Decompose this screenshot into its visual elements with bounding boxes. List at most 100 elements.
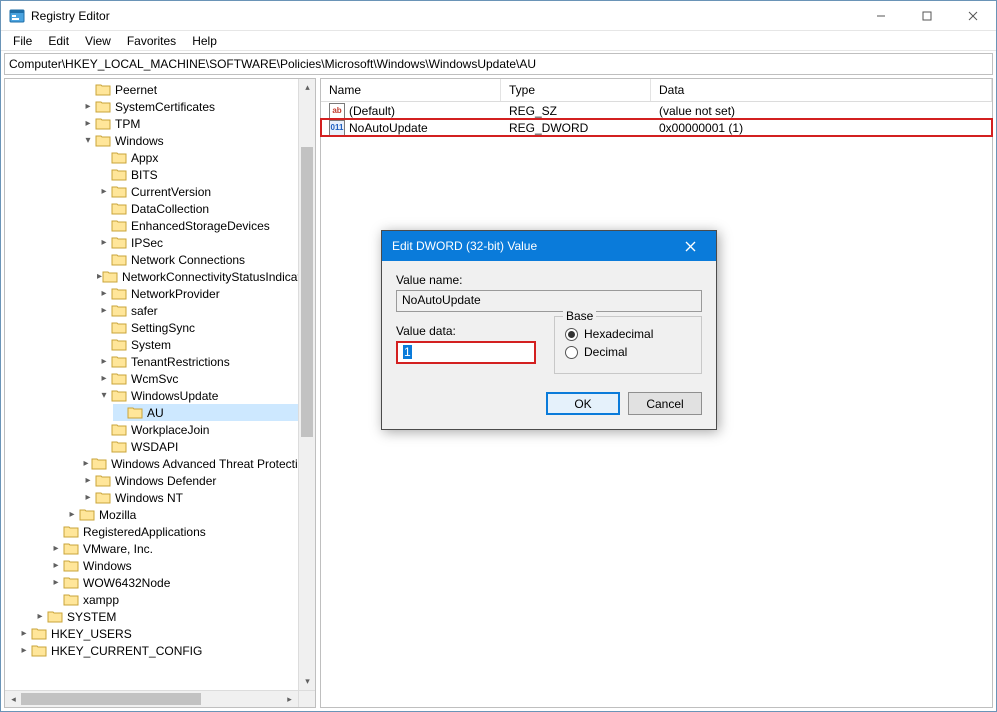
chevron-right-icon[interactable]: ▸ [97, 355, 111, 369]
menu-edit[interactable]: Edit [40, 32, 77, 50]
folder-icon [63, 525, 79, 539]
scroll-up-icon[interactable]: ▴ [299, 79, 316, 96]
tree-node[interactable]: ▸HKEY_CURRENT_CONFIG [17, 642, 315, 659]
tree-node-au[interactable]: ▸AU [113, 404, 315, 421]
menu-file[interactable]: File [5, 32, 40, 50]
chevron-down-icon[interactable]: ▾ [81, 134, 95, 148]
chevron-right-icon[interactable]: ▸ [81, 491, 95, 505]
menu-favorites[interactable]: Favorites [119, 32, 184, 50]
tree-node[interactable]: ▸Windows [49, 557, 315, 574]
value-data: (value not set) [651, 104, 992, 118]
menu-view[interactable]: View [77, 32, 119, 50]
chevron-right-icon[interactable]: ▸ [17, 644, 31, 658]
cancel-button[interactable]: Cancel [628, 392, 702, 415]
tree-node[interactable]: ▸Appx [97, 149, 315, 166]
tree-node[interactable]: ▸WOW6432Node [49, 574, 315, 591]
scrollbar-thumb[interactable] [21, 693, 201, 705]
chevron-right-icon[interactable]: ▸ [33, 610, 47, 624]
tree-node[interactable]: ▸SYSTEM [33, 608, 315, 625]
chevron-right-icon[interactable]: ▸ [97, 236, 111, 250]
tree-node[interactable]: ▸System [97, 336, 315, 353]
app-icon [9, 8, 25, 24]
tree-node[interactable]: ▸Windows NT [81, 489, 315, 506]
chevron-right-icon[interactable]: ▸ [49, 559, 63, 573]
chevron-right-icon[interactable]: ▸ [97, 372, 111, 386]
chevron-right-icon[interactable]: ▸ [97, 185, 111, 199]
dialog-titlebar[interactable]: Edit DWORD (32-bit) Value [382, 231, 716, 261]
address-text: Computer\HKEY_LOCAL_MACHINE\SOFTWARE\Pol… [9, 57, 536, 71]
chevron-right-icon[interactable]: ▸ [17, 627, 31, 641]
value-row[interactable]: ab(Default)REG_SZ(value not set) [321, 102, 992, 119]
dialog-close-button[interactable] [670, 231, 710, 261]
tree-node[interactable]: ▸Peernet [81, 81, 315, 98]
tree-node[interactable]: ▸safer [97, 302, 315, 319]
tree-node[interactable]: ▸RegisteredApplications [49, 523, 315, 540]
tree-node[interactable]: ▸NetworkConnectivityStatusIndicator [97, 268, 315, 285]
folder-icon [95, 83, 111, 97]
tree-node[interactable]: ▸EnhancedStorageDevices [97, 217, 315, 234]
folder-icon [111, 372, 127, 386]
chevron-right-icon[interactable]: ▸ [81, 457, 91, 471]
tree-node[interactable]: ▸Windows Advanced Threat Protection [81, 455, 315, 472]
tree-node[interactable]: ▸VMware, Inc. [49, 540, 315, 557]
tree-node[interactable]: ▸BITS [97, 166, 315, 183]
tree-pane: ▸Peernet ▸SystemCertificates ▸TPM ▾Windo… [4, 78, 316, 708]
tree-node[interactable]: ▸WorkplaceJoin [97, 421, 315, 438]
scrollbar-thumb[interactable] [301, 147, 313, 437]
tree-node[interactable]: ▸DataCollection [97, 200, 315, 217]
chevron-down-icon[interactable]: ▾ [97, 389, 111, 403]
column-header-type[interactable]: Type [501, 79, 651, 101]
dword-value-icon: 011 [329, 120, 345, 136]
value-row[interactable]: 011NoAutoUpdateREG_DWORD0x00000001 (1) [321, 119, 992, 136]
tree-node[interactable]: ▸TenantRestrictions [97, 353, 315, 370]
folder-icon [63, 593, 79, 607]
scroll-right-icon[interactable]: ▸ [281, 691, 298, 708]
address-bar[interactable]: Computer\HKEY_LOCAL_MACHINE\SOFTWARE\Pol… [4, 53, 993, 75]
tree-node-windows[interactable]: ▾Windows [81, 132, 315, 149]
tree-node[interactable]: ▸SettingSync [97, 319, 315, 336]
registry-editor-window: Registry Editor File Edit View Favorites… [0, 0, 997, 712]
chevron-right-icon[interactable]: ▸ [49, 542, 63, 556]
close-button[interactable] [950, 1, 996, 31]
tree-node-windowsupdate[interactable]: ▾WindowsUpdate [97, 387, 315, 404]
chevron-right-icon[interactable]: ▸ [97, 304, 111, 318]
minimize-button[interactable] [858, 1, 904, 31]
folder-icon [63, 576, 79, 590]
tree-node[interactable]: ▸Mozilla [65, 506, 315, 523]
tree-node[interactable]: ▸Windows Defender [81, 472, 315, 489]
chevron-right-icon[interactable]: ▸ [97, 287, 111, 301]
scroll-down-icon[interactable]: ▾ [299, 673, 316, 690]
value-data-input[interactable]: 1 [396, 341, 536, 364]
scroll-left-icon[interactable]: ◂ [5, 691, 22, 708]
scrollbar-corner [298, 690, 315, 707]
tree-node[interactable]: ▸CurrentVersion [97, 183, 315, 200]
tree-node[interactable]: ▸WSDAPI [97, 438, 315, 455]
radio-hexadecimal[interactable]: Hexadecimal [565, 327, 691, 341]
tree-node[interactable]: ▸SystemCertificates [81, 98, 315, 115]
tree-node[interactable]: ▸xampp [49, 591, 315, 608]
tree-node[interactable]: ▸HKEY_USERS [17, 625, 315, 642]
tree-horizontal-scrollbar[interactable]: ◂ ▸ [5, 690, 298, 707]
chevron-right-icon[interactable]: ▸ [65, 508, 79, 522]
folder-icon [127, 406, 143, 420]
chevron-right-icon[interactable]: ▸ [81, 474, 95, 488]
chevron-right-icon[interactable]: ▸ [49, 576, 63, 590]
tree-node[interactable]: ▸Network Connections [97, 251, 315, 268]
column-header-name[interactable]: Name [321, 79, 501, 101]
maximize-button[interactable] [904, 1, 950, 31]
dialog-title: Edit DWORD (32-bit) Value [392, 239, 537, 253]
tree-vertical-scrollbar[interactable]: ▴ ▾ [298, 79, 315, 690]
folder-icon [111, 202, 127, 216]
menu-help[interactable]: Help [184, 32, 225, 50]
folder-icon [111, 287, 127, 301]
tree-node[interactable]: ▸IPSec [97, 234, 315, 251]
ok-button[interactable]: OK [546, 392, 620, 415]
registry-tree[interactable]: ▸Peernet ▸SystemCertificates ▸TPM ▾Windo… [5, 81, 315, 659]
menubar: File Edit View Favorites Help [1, 31, 996, 51]
column-header-data[interactable]: Data [651, 79, 992, 101]
tree-node[interactable]: ▸NetworkProvider [97, 285, 315, 302]
radio-decimal[interactable]: Decimal [565, 345, 691, 359]
tree-node[interactable]: ▸WcmSvc [97, 370, 315, 387]
tree-node[interactable]: ▸TPM [81, 115, 315, 132]
folder-icon [111, 151, 127, 165]
